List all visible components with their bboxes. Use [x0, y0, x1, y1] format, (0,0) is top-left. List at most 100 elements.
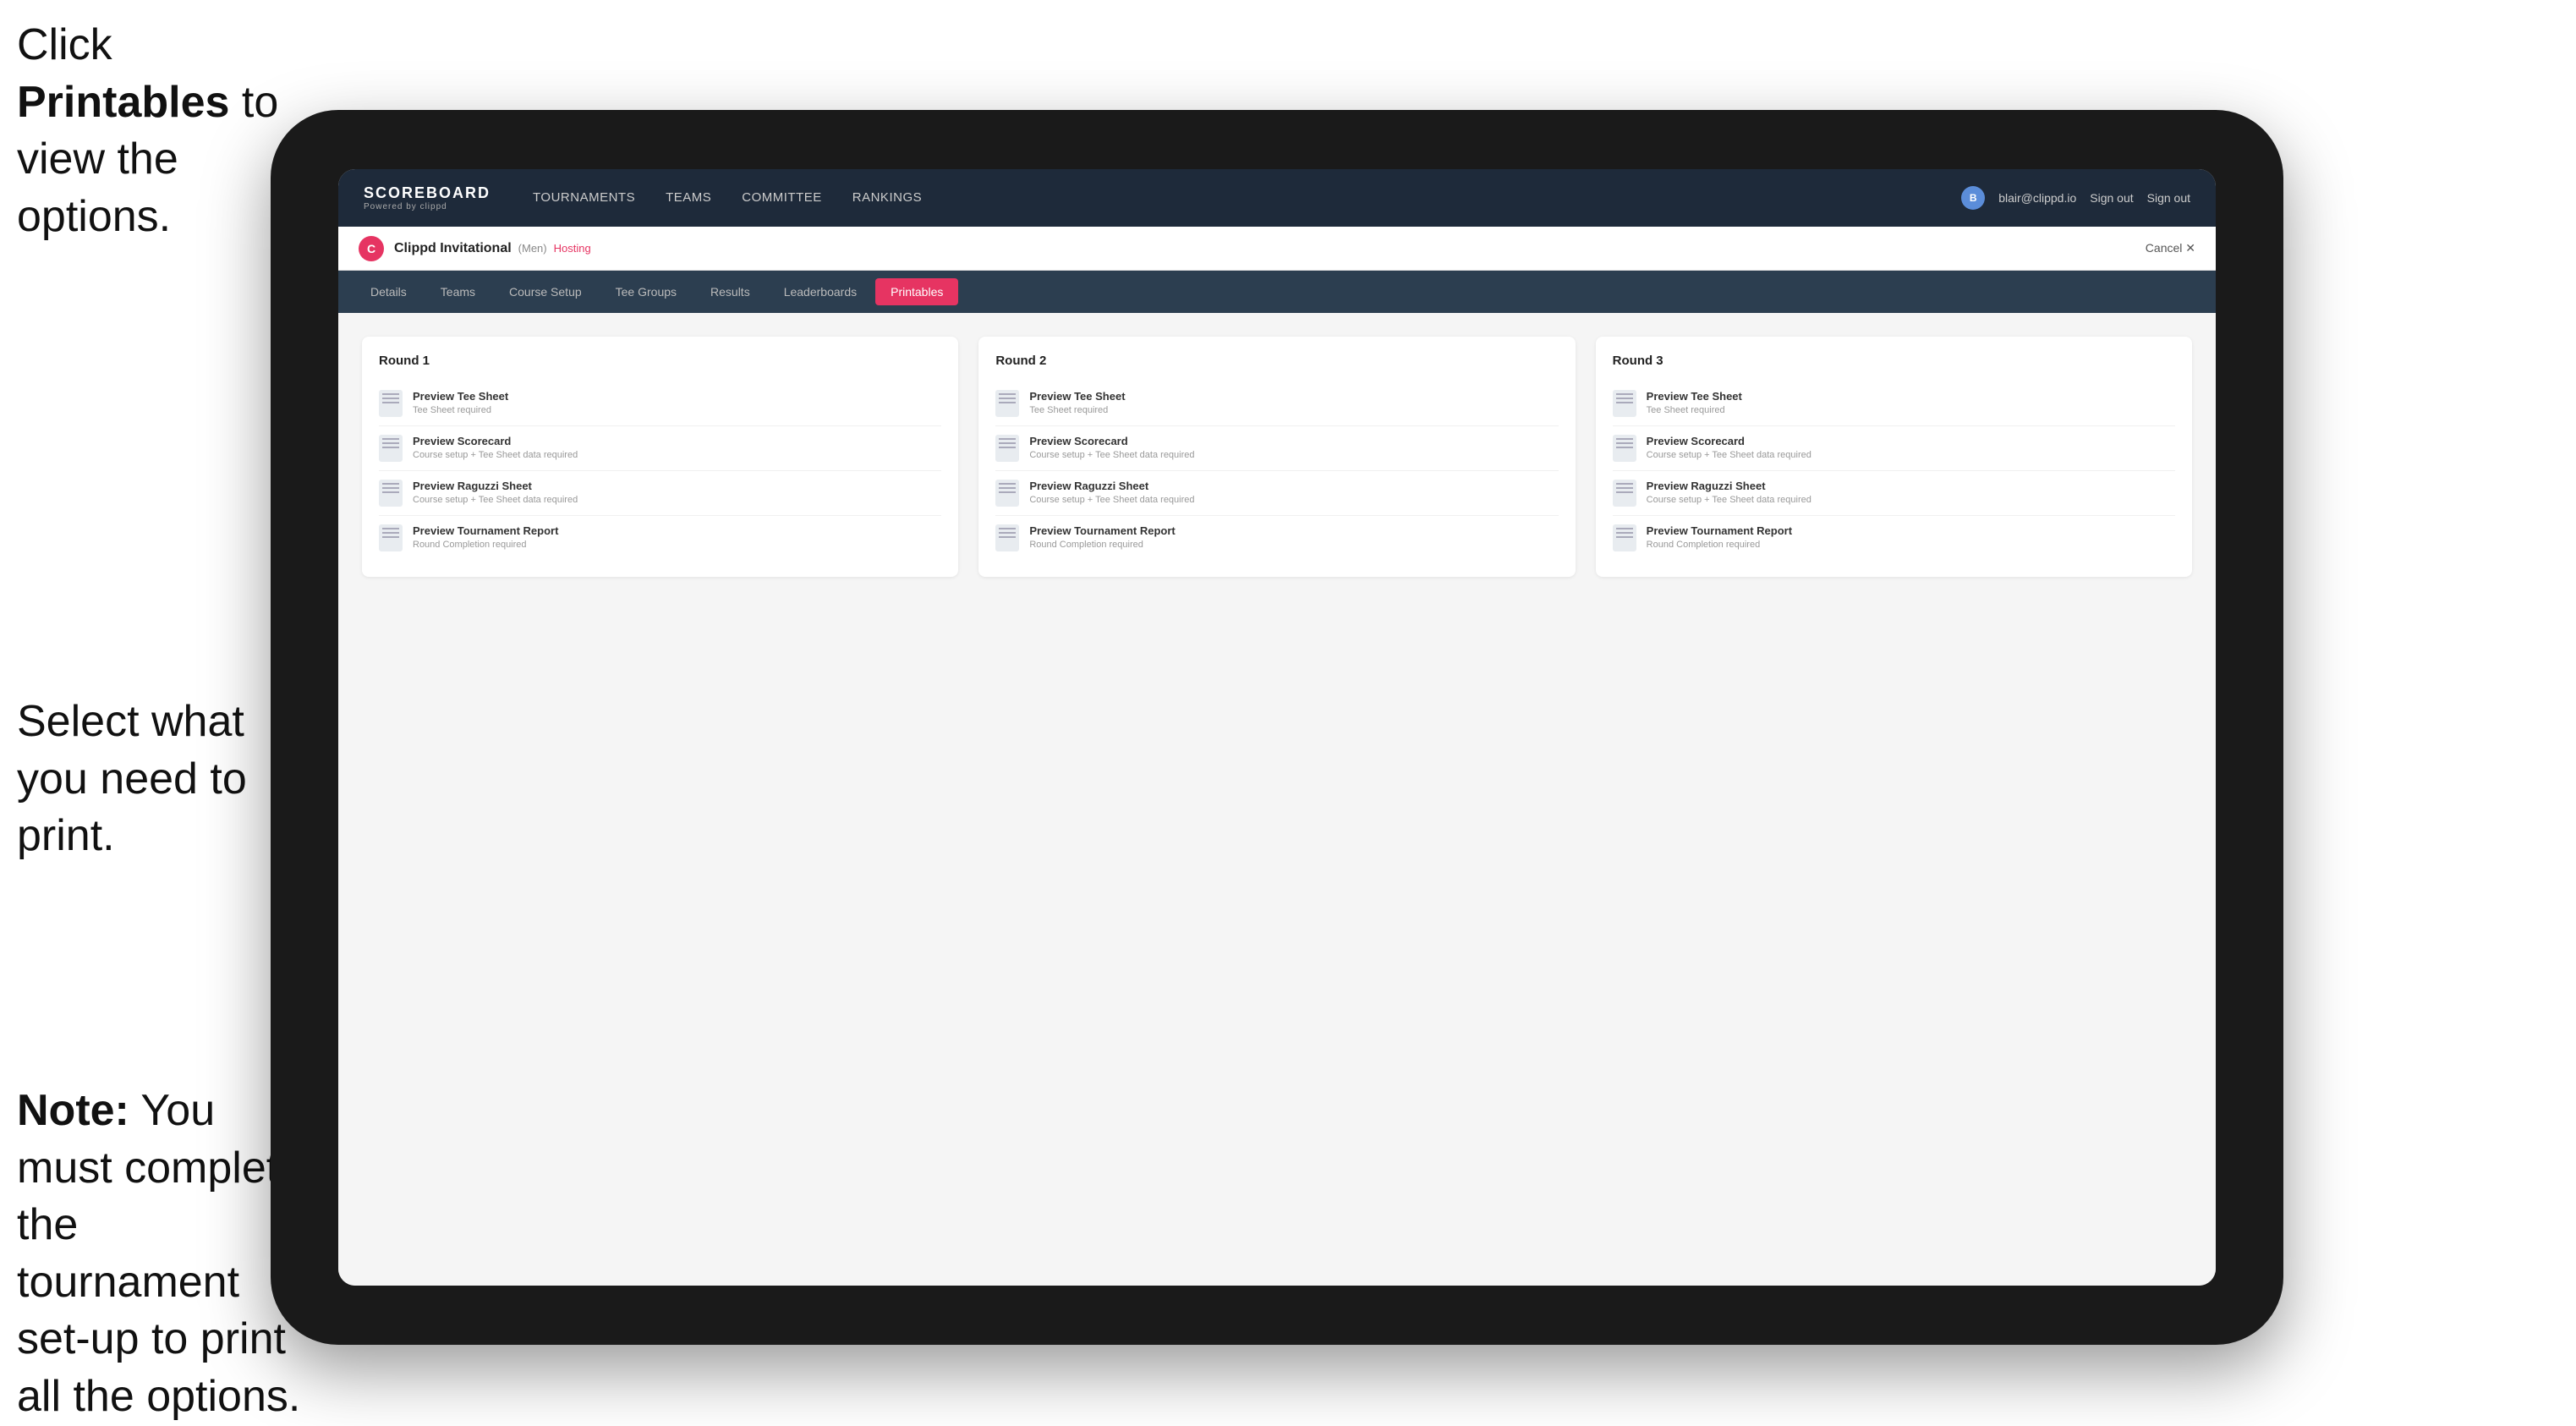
annotation-middle: Select what you need to print. [17, 694, 288, 865]
tablet-screen: SCOREBOARD Powered by clippd TOURNAMENTS… [338, 169, 2216, 1286]
r2-tee-sheet-icon [995, 390, 1019, 417]
tab-teams[interactable]: Teams [425, 278, 491, 305]
tee-sheet-sub: Tee Sheet required [413, 405, 508, 415]
r2-tournament-report-sub: Round Completion required [1029, 540, 1175, 550]
logo-area: SCOREBOARD Powered by clippd [364, 184, 491, 211]
r3-tee-sheet-sub: Tee Sheet required [1647, 405, 1742, 415]
round-2-tournament-report[interactable]: Preview Tournament Report Round Completi… [995, 516, 1558, 560]
tournament-report-title: Preview Tournament Report [413, 524, 558, 537]
r3-tee-sheet-icon [1613, 390, 1636, 417]
r3-scorecard-icon [1613, 435, 1636, 462]
r2-raguzzi-sub: Course setup + Tee Sheet data required [1029, 495, 1194, 505]
tab-bar: Details Teams Course Setup Tee Groups Re… [338, 271, 2216, 313]
tab-tee-groups[interactable]: Tee Groups [600, 278, 692, 305]
r3-scorecard-title: Preview Scorecard [1647, 435, 1811, 447]
annotation-bold-printables: Printables [17, 78, 229, 127]
tournament-logo: C [359, 236, 384, 261]
main-content: Round 1 Preview Tee Sheet Tee Sheet requ… [338, 313, 2216, 1286]
logo-sub: Powered by clippd [364, 202, 491, 211]
r3-tournament-report-sub: Round Completion required [1647, 540, 1792, 550]
round-3-scorecard[interactable]: Preview Scorecard Course setup + Tee She… [1613, 426, 2175, 471]
round-3-tournament-report[interactable]: Preview Tournament Report Round Completi… [1613, 516, 2175, 560]
r2-raguzzi-title: Preview Raguzzi Sheet [1029, 480, 1194, 492]
r2-scorecard-title: Preview Scorecard [1029, 435, 1194, 447]
annotation-top: Click Printables to view the options. [17, 17, 288, 245]
nav-item-tournaments[interactable]: TOURNAMENTS [533, 187, 635, 210]
annotation-note-bold: Note: [17, 1086, 129, 1135]
tee-sheet-title: Preview Tee Sheet [413, 390, 508, 403]
round-1-title: Round 1 [379, 354, 941, 368]
user-avatar: B [1961, 186, 1985, 210]
raguzzi-icon [379, 480, 403, 507]
round-1-scorecard[interactable]: Preview Scorecard Course setup + Tee She… [379, 426, 941, 471]
tee-sheet-text: Preview Tee Sheet Tee Sheet required [413, 390, 508, 415]
round-2-column: Round 2 Preview Tee Sheet Tee Sheet requ… [978, 337, 1575, 577]
r3-raguzzi-sub: Course setup + Tee Sheet data required [1647, 495, 1811, 505]
round-3-tee-sheet[interactable]: Preview Tee Sheet Tee Sheet required [1613, 381, 2175, 426]
r3-tournament-report-text: Preview Tournament Report Round Completi… [1647, 524, 1792, 550]
r2-scorecard-icon [995, 435, 1019, 462]
r2-raguzzi-icon [995, 480, 1019, 507]
tournament-badge: (Men) [518, 242, 547, 255]
raguzzi-sub: Course setup + Tee Sheet data required [413, 495, 578, 505]
r2-tee-sheet-text: Preview Tee Sheet Tee Sheet required [1029, 390, 1125, 415]
tournament-report-icon [379, 524, 403, 551]
tab-leaderboards[interactable]: Leaderboards [769, 278, 872, 305]
nav-item-teams[interactable]: TEAMS [666, 187, 711, 210]
round-3-column: Round 3 Preview Tee Sheet Tee Sheet requ… [1596, 337, 2192, 577]
round-2-raguzzi[interactable]: Preview Raguzzi Sheet Course setup + Tee… [995, 471, 1558, 516]
tournament-status: Hosting [554, 242, 591, 255]
r2-scorecard-text: Preview Scorecard Course setup + Tee She… [1029, 435, 1194, 460]
round-2-tee-sheet[interactable]: Preview Tee Sheet Tee Sheet required [995, 381, 1558, 426]
tab-course-setup[interactable]: Course Setup [494, 278, 597, 305]
annotation-bottom: Note: You must complete the tournament s… [17, 1083, 304, 1426]
tab-results[interactable]: Results [695, 278, 765, 305]
tee-sheet-icon [379, 390, 403, 417]
round-1-tournament-report[interactable]: Preview Tournament Report Round Completi… [379, 516, 941, 560]
scorecard-sub: Course setup + Tee Sheet data required [413, 450, 578, 460]
round-2-scorecard[interactable]: Preview Scorecard Course setup + Tee She… [995, 426, 1558, 471]
round-1-column: Round 1 Preview Tee Sheet Tee Sheet requ… [362, 337, 958, 577]
logo-title: SCOREBOARD [364, 184, 491, 202]
round-3-title: Round 3 [1613, 354, 2175, 368]
sign-out-link[interactable]: Sign out [2090, 191, 2133, 205]
r3-tournament-report-icon [1613, 524, 1636, 551]
sign-out-text[interactable]: Sign out [2147, 191, 2190, 205]
scorecard-icon [379, 435, 403, 462]
r2-tournament-report-text: Preview Tournament Report Round Completi… [1029, 524, 1175, 550]
round-1-raguzzi[interactable]: Preview Raguzzi Sheet Course setup + Tee… [379, 471, 941, 516]
tab-details[interactable]: Details [355, 278, 422, 305]
tournament-report-sub: Round Completion required [413, 540, 558, 550]
cancel-button[interactable]: Cancel ✕ [2146, 241, 2195, 255]
r3-tee-sheet-title: Preview Tee Sheet [1647, 390, 1742, 403]
tab-printables[interactable]: Printables [875, 278, 958, 305]
tournament-bar: C Clippd Invitational (Men) Hosting Canc… [338, 227, 2216, 271]
nav-item-committee[interactable]: COMMITTEE [742, 187, 822, 210]
round-3-raguzzi[interactable]: Preview Raguzzi Sheet Course setup + Tee… [1613, 471, 2175, 516]
r2-raguzzi-text: Preview Raguzzi Sheet Course setup + Tee… [1029, 480, 1194, 505]
r3-raguzzi-icon [1613, 480, 1636, 507]
tablet-device: SCOREBOARD Powered by clippd TOURNAMENTS… [271, 110, 2283, 1345]
raguzzi-text: Preview Raguzzi Sheet Course setup + Tee… [413, 480, 578, 505]
tournament-name: Clippd Invitational [394, 241, 512, 256]
round-2-title: Round 2 [995, 354, 1558, 368]
r3-raguzzi-text: Preview Raguzzi Sheet Course setup + Tee… [1647, 480, 1811, 505]
r2-tee-sheet-sub: Tee Sheet required [1029, 405, 1125, 415]
nav-items: TOURNAMENTS TEAMS COMMITTEE RANKINGS [533, 187, 1961, 210]
r2-tournament-report-title: Preview Tournament Report [1029, 524, 1175, 537]
user-email: blair@clippd.io [1998, 191, 2076, 205]
r2-tournament-report-icon [995, 524, 1019, 551]
r3-scorecard-text: Preview Scorecard Course setup + Tee She… [1647, 435, 1811, 460]
round-1-tee-sheet[interactable]: Preview Tee Sheet Tee Sheet required [379, 381, 941, 426]
nav-item-rankings[interactable]: RANKINGS [852, 187, 922, 210]
r3-scorecard-sub: Course setup + Tee Sheet data required [1647, 450, 1811, 460]
scorecard-title: Preview Scorecard [413, 435, 578, 447]
r2-tee-sheet-title: Preview Tee Sheet [1029, 390, 1125, 403]
r3-raguzzi-title: Preview Raguzzi Sheet [1647, 480, 1811, 492]
rounds-grid: Round 1 Preview Tee Sheet Tee Sheet requ… [362, 337, 2192, 577]
scorecard-text: Preview Scorecard Course setup + Tee She… [413, 435, 578, 460]
nav-right: B blair@clippd.io Sign out Sign out [1961, 186, 2190, 210]
r3-tournament-report-title: Preview Tournament Report [1647, 524, 1792, 537]
r3-tee-sheet-text: Preview Tee Sheet Tee Sheet required [1647, 390, 1742, 415]
r2-scorecard-sub: Course setup + Tee Sheet data required [1029, 450, 1194, 460]
